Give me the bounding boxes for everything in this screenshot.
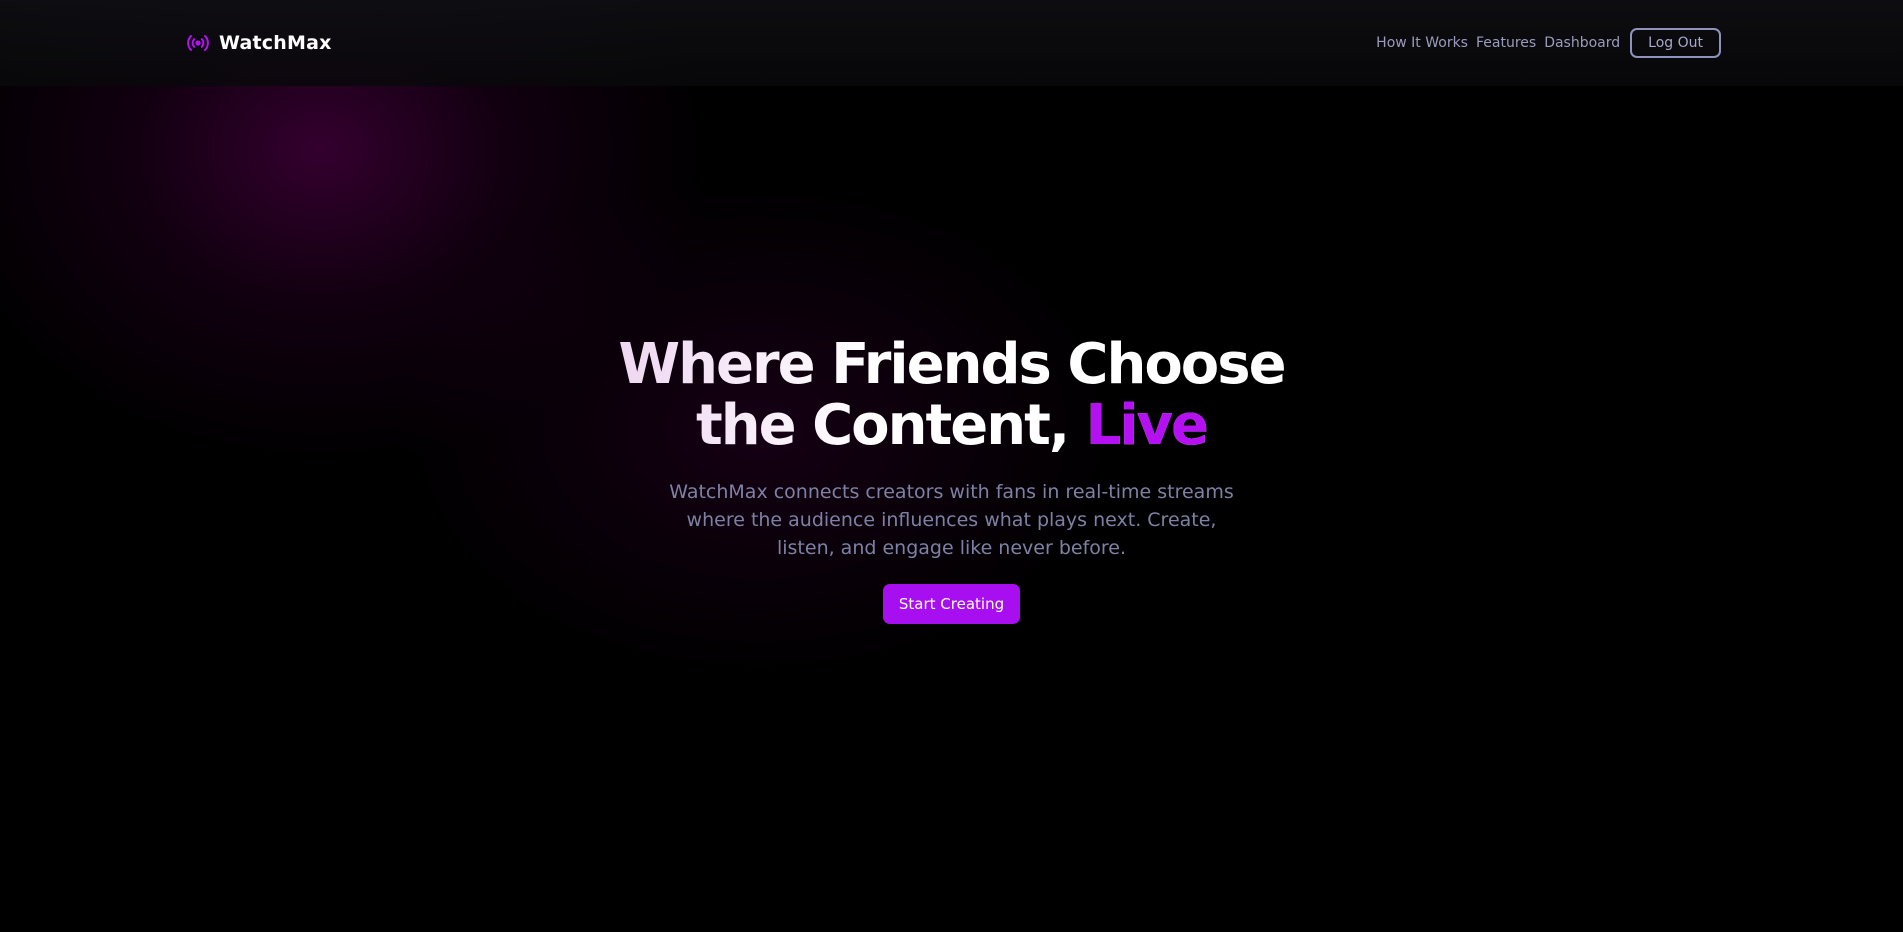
main-nav: How It Works Features Dashboard Log Out	[1372, 27, 1721, 59]
nav-link-how-it-works[interactable]: How It Works	[1372, 35, 1472, 51]
hero-headline-accent: Live	[1085, 393, 1209, 458]
start-creating-button[interactable]: Start Creating	[882, 584, 1021, 624]
hero-subtitle: WatchMax connects creators with fans in …	[669, 481, 1234, 559]
top-navbar: WatchMax How It Works Features Dashboard…	[0, 0, 1903, 86]
nav-link-features[interactable]: Features	[1472, 35, 1540, 51]
brand-logo[interactable]: WatchMax	[185, 28, 332, 58]
broadcast-icon	[187, 35, 209, 51]
hero-section: Where Friends Choose the Content, Live W…	[0, 334, 1903, 624]
nav-link-dashboard[interactable]: Dashboard	[1540, 35, 1624, 51]
hero-headline: Where Friends Choose the Content, Live	[572, 334, 1332, 456]
brand-name: WatchMax	[219, 32, 332, 54]
log-out-button[interactable]: Log Out	[1630, 28, 1721, 58]
